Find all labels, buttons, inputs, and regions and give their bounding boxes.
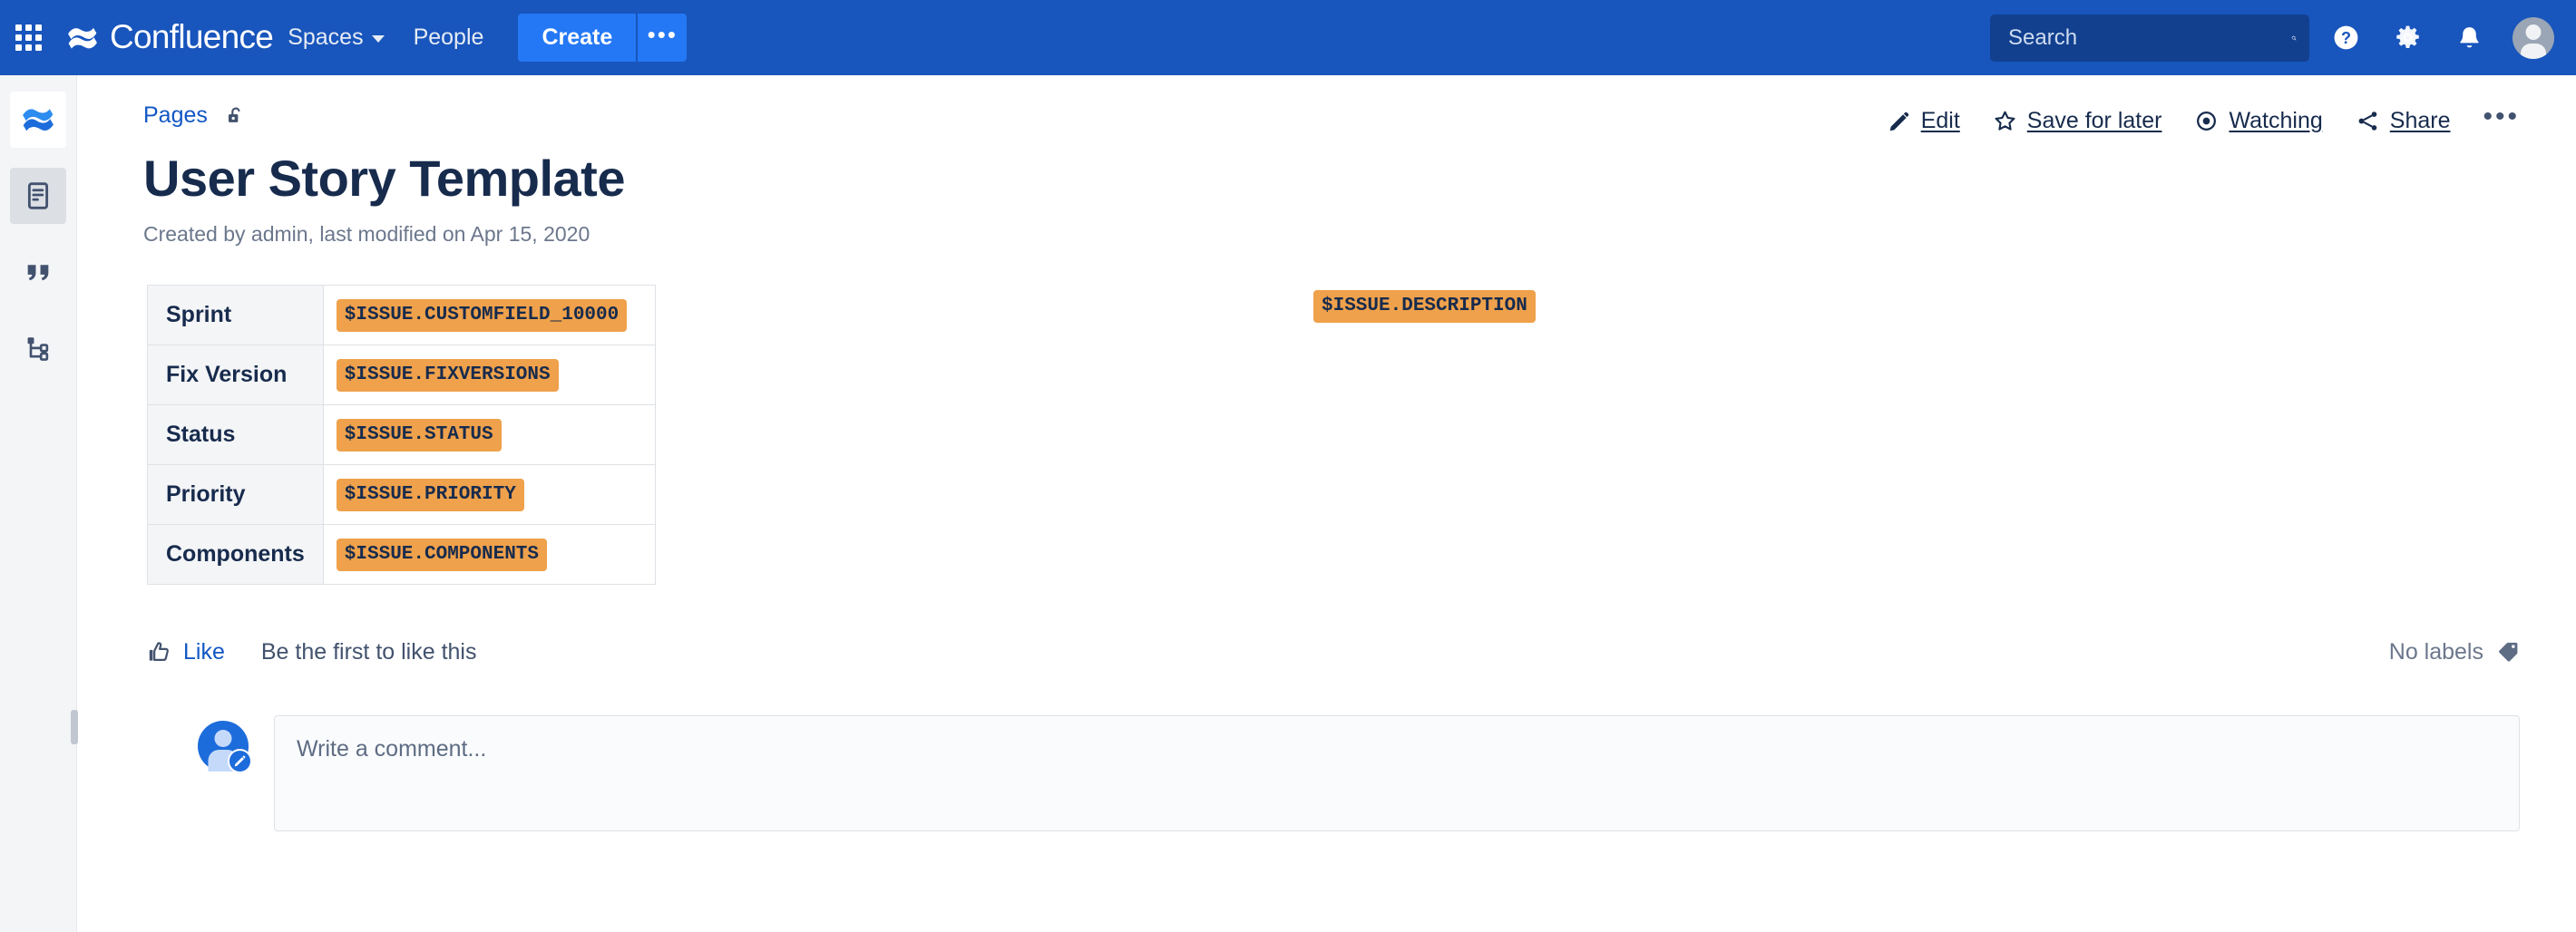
description-placeholder-chip: $ISSUE.DESCRIPTION xyxy=(1313,290,1536,323)
like-label: Like xyxy=(183,638,225,665)
help-icon: ? xyxy=(2334,25,2357,50)
thumbs-up-icon xyxy=(149,642,169,661)
labels-text: No labels xyxy=(2388,638,2483,665)
table-cell-key: Components xyxy=(147,524,324,585)
pages-document-icon xyxy=(27,182,49,209)
page-meta-row: Like Be the first to like this No labels xyxy=(78,632,2576,672)
pencil-badge-glyph xyxy=(234,755,246,767)
table-cell-value: $ISSUE.COMPONENTS xyxy=(322,524,656,585)
save-for-later-label: Save for later xyxy=(2026,108,2162,133)
sidebar-item-page-tree[interactable] xyxy=(10,320,66,376)
create-button-group: Create ••• xyxy=(518,14,688,62)
profile-avatar[interactable] xyxy=(2513,16,2554,59)
confluence-space-icon xyxy=(23,109,54,131)
eye-icon xyxy=(2197,112,2217,131)
share-button[interactable]: Share xyxy=(2356,108,2451,134)
comment-composer: Write a comment... xyxy=(78,715,2576,831)
table-row: Status $ISSUE.STATUS xyxy=(147,404,656,465)
share-label: Share xyxy=(2389,108,2451,133)
notifications-bell-icon xyxy=(2459,27,2479,48)
breadcrumb-pages-link[interactable]: Pages xyxy=(143,102,208,129)
app-switcher-icon xyxy=(15,24,42,51)
table-cell-key: Fix Version xyxy=(147,345,324,405)
table-row: Priority $ISSUE.PRIORITY xyxy=(147,464,656,525)
page-actions-toolbar: Edit Save for later Watching Share ••• xyxy=(1888,103,2520,134)
table-cell-key: Sprint xyxy=(147,285,324,345)
search-box[interactable] xyxy=(1990,14,2309,62)
placeholder-chip: $ISSUE.STATUS xyxy=(336,418,502,451)
brand-name: Confluence xyxy=(110,17,274,55)
issue-fields-table: Sprint $ISSUE.CUSTOMFIELD_10000 Fix Vers… xyxy=(147,285,656,585)
create-more-button[interactable]: ••• xyxy=(636,14,688,62)
watching-button[interactable]: Watching xyxy=(2194,108,2323,134)
edit-badge-icon xyxy=(228,749,252,773)
nav-right-group: ? xyxy=(1990,13,2576,63)
page-byline: Created by admin, last modified on Apr 1… xyxy=(143,222,590,246)
avatar-head xyxy=(214,730,232,747)
like-button[interactable]: Like xyxy=(147,639,225,665)
notifications-button[interactable] xyxy=(2444,13,2494,63)
placeholder-chip: $ISSUE.COMPONENTS xyxy=(336,538,548,571)
table-cell-value: $ISSUE.FIXVERSIONS xyxy=(322,345,656,405)
confluence-home-link[interactable]: Confluence xyxy=(67,0,274,75)
confluence-logo-icon xyxy=(68,27,97,49)
placeholder-chip: $ISSUE.CUSTOMFIELD_10000 xyxy=(336,298,628,332)
comment-input[interactable]: Write a comment... xyxy=(274,715,2520,831)
space-sidebar-rail xyxy=(0,75,90,932)
sidebar-item-blog[interactable] xyxy=(10,244,66,300)
page-tree-icon xyxy=(27,337,49,361)
settings-button[interactable] xyxy=(2382,13,2433,63)
table-row: Components $ISSUE.COMPONENTS xyxy=(147,524,656,585)
pencil-icon xyxy=(1889,112,1908,131)
placeholder-chip: $ISSUE.FIXVERSIONS xyxy=(336,358,559,392)
search-icon[interactable] xyxy=(2291,24,2297,52)
table-row: Fix Version $ISSUE.FIXVERSIONS xyxy=(147,345,656,405)
watching-label: Watching xyxy=(2229,108,2323,133)
page-body: Sprint $ISSUE.CUSTOMFIELD_10000 Fix Vers… xyxy=(78,285,2576,585)
save-for-later-button[interactable]: Save for later xyxy=(1993,108,2162,134)
page-header: Pages User Story Template Created by adm… xyxy=(78,75,2576,247)
help-button[interactable]: ? xyxy=(2320,13,2371,63)
table-cell-value: $ISSUE.STATUS xyxy=(322,404,656,465)
edit-button[interactable]: Edit xyxy=(1888,108,1960,134)
blog-quote-icon xyxy=(27,265,49,281)
placeholder-chip: $ISSUE.PRIORITY xyxy=(336,478,524,511)
labels-section[interactable]: No labels xyxy=(2389,639,2520,665)
page-title: User Story Template xyxy=(143,150,625,207)
edit-label: Edit xyxy=(1920,108,1960,133)
star-icon xyxy=(1995,111,2015,131)
table-row: Sprint $ISSUE.CUSTOMFIELD_10000 xyxy=(147,285,656,345)
table-cell-value: $ISSUE.CUSTOMFIELD_10000 xyxy=(322,285,656,345)
create-button[interactable]: Create xyxy=(518,14,637,62)
gear-icon xyxy=(2395,25,2419,48)
like-count-note: Be the first to like this xyxy=(260,638,477,665)
nav-item-people[interactable]: People xyxy=(399,12,499,64)
table-cell-key: Status xyxy=(147,404,324,465)
comment-user-avatar xyxy=(198,721,252,773)
search-input[interactable] xyxy=(2006,24,2291,52)
svg-text:?: ? xyxy=(2340,29,2350,47)
chevron-down-icon xyxy=(371,35,385,43)
unlocked-padlock-icon[interactable] xyxy=(224,104,248,128)
table-cell-value: $ISSUE.PRIORITY xyxy=(322,464,656,525)
nav-item-people-label: People xyxy=(413,24,484,50)
nav-item-spaces-label: Spaces xyxy=(288,24,364,50)
sidebar-item-space-home[interactable] xyxy=(10,92,66,148)
sidebar-item-pages[interactable] xyxy=(10,168,66,224)
share-icon xyxy=(2358,112,2377,131)
global-navigation-bar: Confluence Spaces People Create ••• ? xyxy=(0,0,2576,75)
nav-item-spaces[interactable]: Spaces xyxy=(273,12,398,64)
app-switcher-button[interactable] xyxy=(0,0,56,75)
table-cell-key: Priority xyxy=(147,464,324,525)
tag-icon xyxy=(2499,642,2518,662)
page-content: Pages User Story Template Created by adm… xyxy=(78,75,2576,932)
page-more-actions-button[interactable]: ••• xyxy=(2483,103,2520,132)
